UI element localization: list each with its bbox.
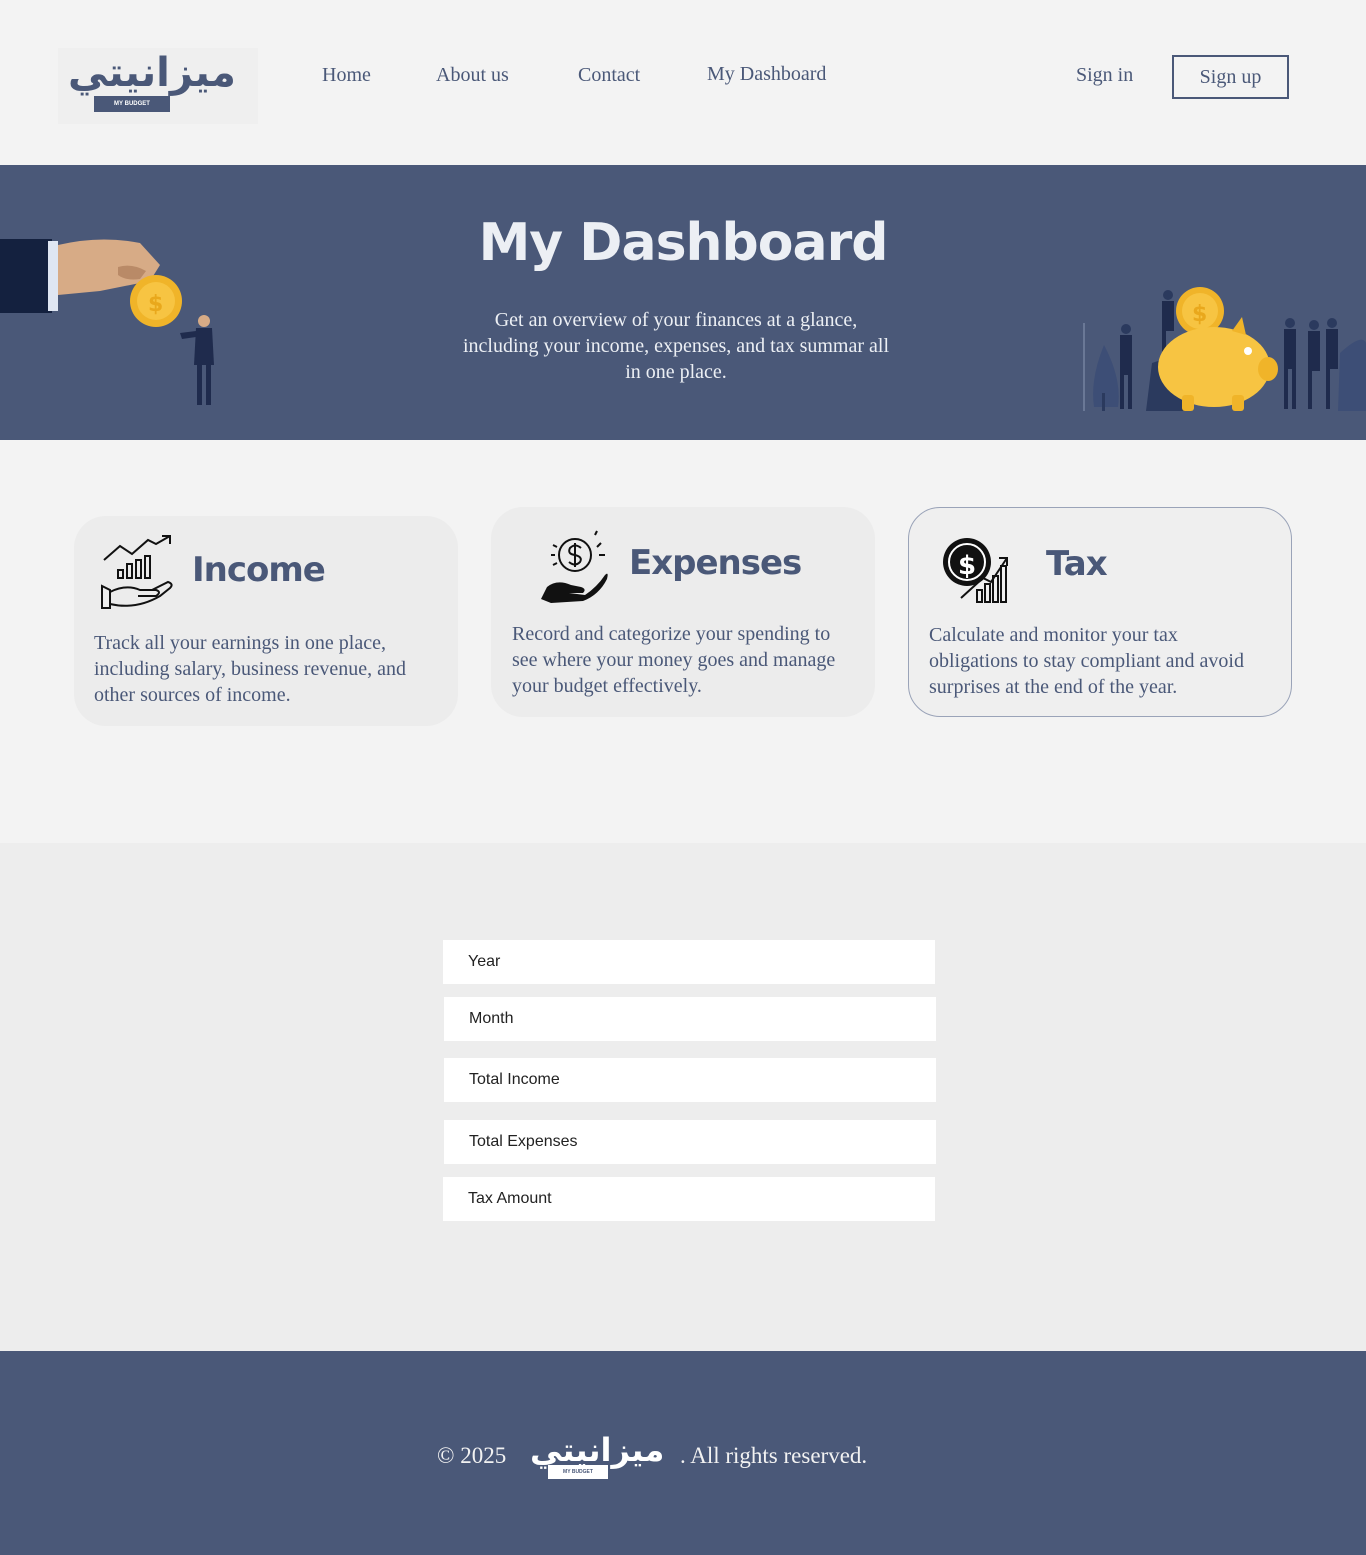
- expenses-card[interactable]: Expenses Record and categorize your spen…: [491, 507, 875, 717]
- income-card-text: Track all your earnings in one place, in…: [94, 632, 406, 706]
- nav-dashboard-link[interactable]: My Dashboard: [707, 63, 826, 86]
- footer-rights: . All rights reserved.: [680, 1443, 868, 1468]
- income-growth-hand-icon: [101, 535, 173, 609]
- coin-hand-icon: [541, 530, 608, 603]
- income-card-title: Income: [192, 550, 326, 590]
- footer-logo: ميزانيتي MY BUDGET: [528, 1431, 678, 1481]
- total-expenses-field[interactable]: Total Expenses: [444, 1120, 936, 1164]
- sign-in-link[interactable]: Sign in: [1076, 64, 1133, 87]
- nav-contact-link[interactable]: Contact: [578, 64, 640, 87]
- nav-home-link[interactable]: Home: [322, 64, 371, 87]
- total-income-field[interactable]: Total Income: [444, 1058, 936, 1102]
- footer: © 2025 ميزانيتي MY BUDGET . All rights r…: [0, 1351, 1366, 1555]
- brand-logo-text: ميزانيتي: [68, 50, 238, 96]
- month-field[interactable]: Month: [444, 997, 936, 1041]
- hero-banner: $ My Dashboard Get an overview of your f…: [0, 165, 1366, 440]
- hero-title: My Dashboard: [478, 213, 889, 273]
- income-card[interactable]: Income Track all your earnings in one pl…: [74, 516, 458, 726]
- tax-card-text: Calculate and monitor your tax obligatio…: [929, 624, 1244, 698]
- top-navbar: ميزانيتي MY BUDGET Home About us Contact…: [0, 0, 1366, 165]
- dollar-chart-icon: $: [943, 538, 1008, 603]
- footer-copyright: © 2025: [437, 1443, 507, 1468]
- expenses-card-text: Record and categorize your spending to s…: [512, 623, 836, 697]
- brand-logo[interactable]: ميزانيتي MY BUDGET: [58, 48, 258, 124]
- sign-up-button[interactable]: Sign up: [1172, 55, 1289, 99]
- expenses-card-title: Expenses: [629, 543, 802, 583]
- svg-text:$: $: [1192, 302, 1207, 327]
- footer-logo-text: ميزانيتي: [530, 1431, 666, 1469]
- tax-card[interactable]: $ Tax Calculate and monitor your tax obl…: [908, 507, 1292, 717]
- svg-text:$: $: [148, 292, 163, 317]
- piggy-bank-team-illustration: $: [1083, 287, 1366, 411]
- tax-card-title: Tax: [1046, 544, 1108, 584]
- nav-about-link[interactable]: About us: [436, 64, 509, 87]
- svg-text:$: $: [958, 551, 976, 581]
- year-field[interactable]: Year: [443, 940, 935, 984]
- budget-form-section: Year Month Total Income Total Expenses T…: [0, 843, 1366, 1351]
- brand-logo-tag: MY BUDGET: [94, 96, 170, 112]
- hero-subtitle: Get an overview of your finances at a gl…: [463, 309, 890, 383]
- tax-amount-field[interactable]: Tax Amount: [443, 1177, 935, 1221]
- footer-logo-tag: MY BUDGET: [548, 1465, 608, 1479]
